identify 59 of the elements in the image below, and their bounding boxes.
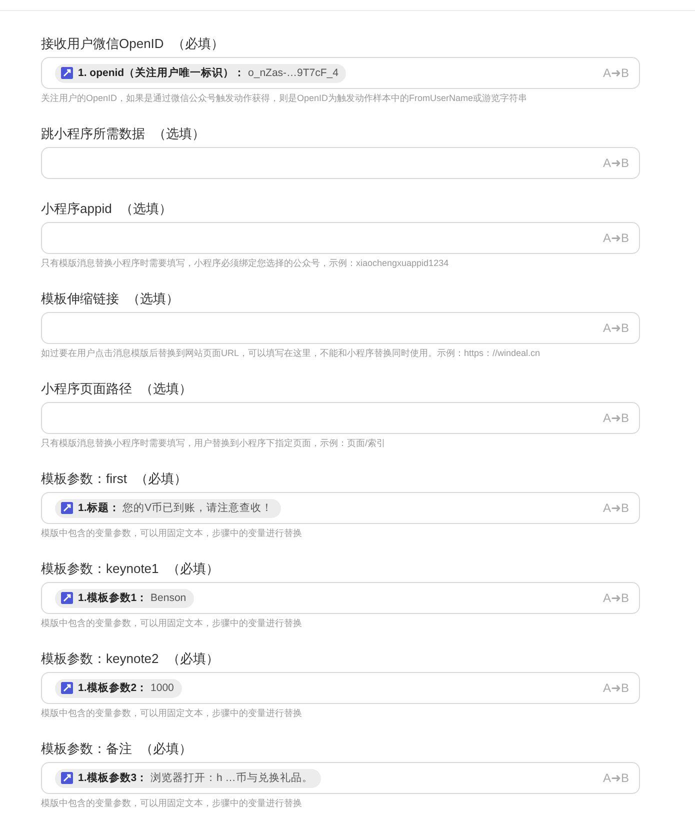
requirement-note: （必填） (172, 35, 224, 53)
requirement-note: （选填） (153, 125, 205, 143)
field-label: 模板参数：keynote1 (41, 560, 159, 578)
input-field[interactable]: 1.标题： 您的V币已到账，请注意查收！ A➜B (41, 492, 640, 524)
app-icon (61, 592, 73, 604)
input-field[interactable]: A➜B (41, 312, 640, 344)
input-field[interactable]: 1.模板参数3： 浏览器打开：h …币与兑换礼品。 A➜B (41, 762, 640, 794)
variable-tag[interactable]: 1.模板参数3： 浏览器打开：h …币与兑换礼品。 (55, 768, 321, 788)
help-text: 模版中包含的变量参数，可以用固定文本，步骤中的变量进行替换 (41, 797, 303, 809)
variable-tag[interactable]: 1. openid（关注用户唯一标识）： o_nZas-…9T7cF_4 (55, 64, 346, 82)
requirement-note: （必填） (134, 470, 187, 488)
convert-toggle[interactable]: A➜B (602, 321, 629, 335)
field-label: 小程序appid (41, 200, 112, 218)
requirement-note: （选填） (127, 290, 179, 308)
help-text: 关注用户的OpenID，如果是通过微信公众号触发动作获得，则是OpenID为触发动作样本中的FromUserName或游览字符串 (41, 92, 528, 104)
input-field[interactable]: A➜B (41, 222, 640, 254)
input-field[interactable]: 1.模板参数1： Benson A➜B (41, 582, 640, 614)
variable-tag[interactable]: 1.标题： 您的V币已到账，请注意查收！ (55, 498, 281, 518)
convert-toggle[interactable]: A➜B (602, 156, 629, 170)
help-text: 模版中包含的变量参数，可以用固定文本，步骤中的变量进行替换 (41, 707, 303, 719)
field-label: 模板参数：备注 (41, 740, 132, 758)
input-field[interactable]: A➜B (41, 402, 640, 434)
field-label: 小程序页面路径 (41, 380, 132, 398)
variable-tag[interactable]: 1.模板参数2： 1000 (55, 678, 182, 698)
tag-text: 1.模板参数2： 1000 (78, 681, 174, 695)
convert-toggle[interactable]: A➜B (602, 591, 629, 605)
requirement-note: （必填） (166, 650, 219, 668)
convert-toggle[interactable]: A➜B (602, 66, 629, 80)
help-text: 只有模版消息替换小程序时需要填写，小程序必须绑定您选择的公众号，示例：xiaochengxuappid1234 (41, 257, 450, 269)
convert-toggle[interactable]: A➜B (602, 501, 629, 515)
variable-tag[interactable]: 1.模板参数1： Benson (55, 588, 194, 608)
convert-toggle[interactable]: A➜B (602, 411, 629, 425)
tag-text: 1. openid（关注用户唯一标识）： o_nZas-…9T7cF_4 (78, 66, 338, 80)
field-label: 模板伸缩链接 (41, 290, 119, 308)
requirement-note: （选填） (120, 200, 172, 218)
convert-toggle[interactable]: A➜B (602, 231, 629, 245)
help-text: 模版中包含的变量参数，可以用固定文本，步骤中的变量进行替换 (41, 527, 303, 539)
help-text: 模版中包含的变量参数，可以用固定文本，步骤中的变量进行替换 (41, 617, 303, 629)
field-label: 模板参数：keynote2 (41, 650, 159, 668)
help-text: 如过要在用户点击消息模版后替换到网站页面URL，可以填写在这里，不能和小程序替换同时使用。示例：https：//windeal.cn (41, 347, 542, 359)
app-icon (61, 682, 73, 694)
tag-text: 1.模板参数1： Benson (78, 591, 186, 605)
tag-text: 1.模板参数3： 浏览器打开：h …币与兑换礼品。 (78, 771, 313, 785)
help-text: 只有模版消息替换小程序时需要填写，用户替换到小程序下指定页面，示例：页面/索引 (41, 437, 387, 449)
field-label: 跳小程序所需数据 (41, 125, 145, 143)
field-label: 模板参数：first (41, 470, 127, 488)
field-label: 接收用户微信OpenID (41, 35, 164, 53)
input-field[interactable]: 1.模板参数2： 1000 A➜B (41, 672, 640, 704)
input-field[interactable]: A➜B (41, 147, 640, 179)
app-icon (61, 502, 73, 514)
requirement-note: （必填） (140, 740, 192, 758)
app-icon (61, 67, 73, 79)
convert-toggle[interactable]: A➜B (602, 681, 629, 695)
app-icon (61, 772, 73, 784)
requirement-note: （选填） (140, 380, 192, 398)
input-field[interactable]: 1. openid（关注用户唯一标识）： o_nZas-…9T7cF_4 A➜B (41, 57, 640, 89)
tag-text: 1.标题： 您的V币已到账，请注意查收！ (78, 501, 273, 515)
convert-toggle[interactable]: A➜B (602, 771, 629, 785)
requirement-note: （必填） (166, 560, 219, 578)
